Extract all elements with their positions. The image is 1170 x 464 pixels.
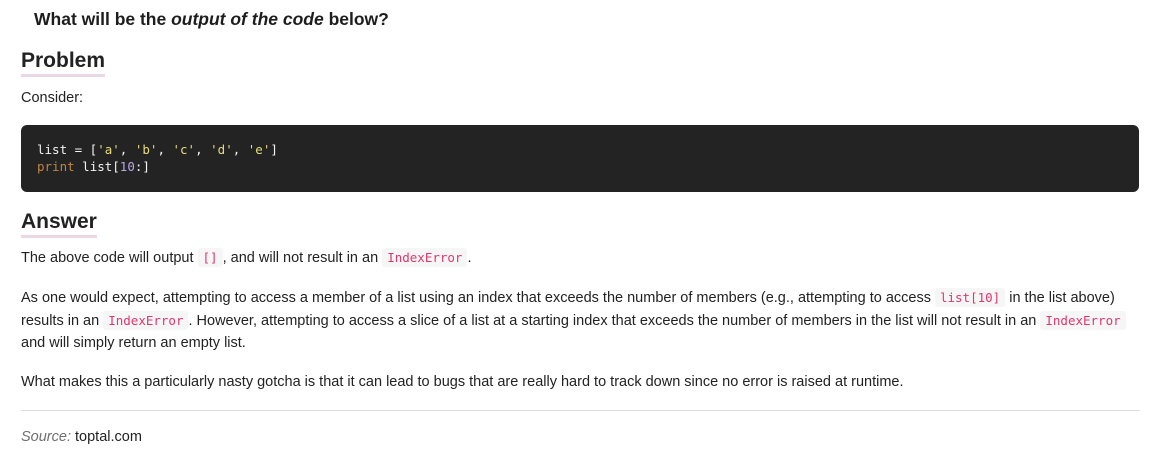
- code-token: ,: [195, 142, 211, 157]
- text: As one would expect, attempting to acces…: [21, 290, 935, 306]
- text: and will simply return an empty list.: [21, 335, 246, 351]
- code-string: 'e': [247, 142, 271, 157]
- code-number: 10: [119, 159, 135, 174]
- inline-code: IndexError: [1040, 310, 1126, 330]
- code-content: list = ['a', 'b', 'c', 'd', 'e'] print l…: [37, 141, 278, 175]
- text: The above code will output: [21, 250, 198, 266]
- inline-code: IndexError: [103, 310, 189, 330]
- inline-code: []: [197, 248, 223, 267]
- source-link[interactable]: toptal.com: [75, 429, 142, 445]
- article: What will be the output of the code belo…: [0, 0, 1170, 464]
- inline-code: list[10]: [934, 288, 1006, 307]
- problem-intro: Consider:: [21, 90, 84, 106]
- code-line-2: print list[10:]: [37, 159, 150, 174]
- code-token: ]: [270, 142, 278, 157]
- problem-heading: Problem: [21, 49, 106, 77]
- code-string: 'a': [97, 142, 120, 157]
- question-suffix: below?: [323, 9, 389, 29]
- code-line-1: list = ['a', 'b', 'c', 'd', 'e']: [37, 142, 278, 157]
- code-keyword: print: [37, 159, 75, 174]
- source-line: Source: toptal.com: [21, 429, 142, 445]
- code-block[interactable]: list = ['a', 'b', 'c', 'd', 'e'] print l…: [21, 125, 1139, 192]
- text: .: [467, 250, 472, 266]
- question-prefix: What will be the: [34, 9, 172, 29]
- answer-paragraph-3: What makes this a particularly nasty got…: [21, 374, 904, 390]
- code-token: ,: [232, 142, 248, 157]
- answer-paragraph-1: The above code will output [], and will …: [21, 247, 1142, 270]
- code-token: :]: [134, 159, 150, 174]
- text: . However, attempting to access a slice …: [188, 312, 1041, 329]
- answer-heading: Answer: [21, 210, 97, 238]
- text: , and will not result in an: [222, 250, 383, 266]
- code-string: 'c': [172, 142, 196, 157]
- question-title: What will be the output of the code belo…: [34, 9, 389, 30]
- code-token: ,: [119, 142, 135, 157]
- question-emphasis: output of the code: [171, 9, 324, 29]
- code-string: 'b': [134, 142, 158, 157]
- code-string: 'd': [210, 142, 233, 157]
- inline-code: IndexError: [382, 248, 468, 267]
- code-token: list = [: [37, 142, 98, 157]
- source-label: Source:: [21, 429, 71, 445]
- code-token: ,: [157, 142, 173, 157]
- divider: [21, 410, 1140, 411]
- answer-paragraph-2: As one would expect, attempting to acces…: [21, 287, 1142, 355]
- code-token: list[: [74, 159, 120, 174]
